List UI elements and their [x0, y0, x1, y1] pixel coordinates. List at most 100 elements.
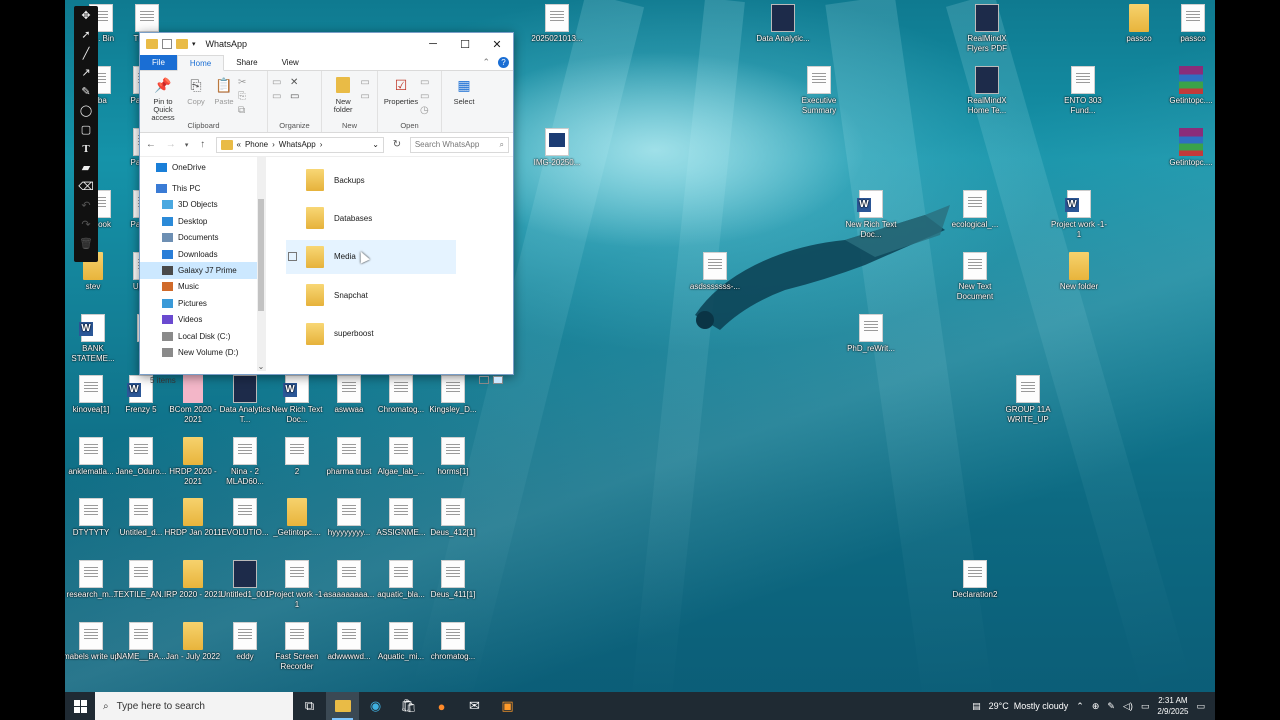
- new-item-icon[interactable]: ▭: [360, 77, 373, 88]
- desktop-icon[interactable]: Deus_412[1]: [423, 498, 483, 538]
- desktop-icon[interactable]: Project work -1-1: [1049, 190, 1109, 240]
- desktop-icon[interactable]: asdsssssss-...: [685, 252, 745, 292]
- maximize-button[interactable]: ☐: [449, 33, 481, 55]
- line-tool-icon[interactable]: ╱: [74, 44, 98, 63]
- desktop-icon[interactable]: Untitled1_001: [215, 560, 275, 600]
- easy-access-icon[interactable]: ▭: [360, 91, 373, 102]
- large-icons-view-icon[interactable]: [493, 376, 503, 384]
- properties-quick-icon[interactable]: [162, 39, 172, 49]
- select-button[interactable]: ▦ Select: [446, 75, 482, 106]
- customize-quick-access-icon[interactable]: ▾: [192, 40, 196, 48]
- copy-path-icon[interactable]: ⎘: [238, 91, 252, 102]
- trash-icon[interactable]: 🗑: [74, 234, 98, 253]
- volume-icon[interactable]: ◁): [1123, 701, 1133, 712]
- close-button[interactable]: ✕: [481, 33, 513, 55]
- desktop-icon[interactable]: RealMindX Home Te...: [957, 66, 1017, 116]
- redo-icon[interactable]: ↷: [74, 215, 98, 234]
- desktop-icon[interactable]: IRP 2020 - 2021: [163, 560, 223, 600]
- copy-button[interactable]: ⎘ Copy: [182, 75, 210, 106]
- details-view-icon[interactable]: [479, 376, 489, 384]
- desktop-icon[interactable]: 2025021013...: [527, 4, 587, 44]
- pen-tool-icon[interactable]: ✎: [74, 82, 98, 101]
- new-folder-quick-icon[interactable]: [176, 39, 188, 49]
- select-checkbox[interactable]: [288, 252, 297, 262]
- file-row[interactable]: Backups: [286, 163, 456, 197]
- tab-view[interactable]: View: [270, 55, 311, 70]
- minimize-button[interactable]: ─: [417, 33, 449, 55]
- desktop-icon[interactable]: adwwwwd...: [319, 622, 379, 662]
- desktop-icon[interactable]: Nina - 2 MLAD60...: [215, 437, 275, 487]
- history-icon[interactable]: ◷: [420, 105, 434, 116]
- file-row[interactable]: Databases: [286, 201, 456, 235]
- back-icon[interactable]: ←: [144, 139, 158, 150]
- delete-icon[interactable]: ✕: [290, 77, 304, 88]
- search-input[interactable]: Search WhatsApp ⌕: [409, 136, 509, 153]
- address-bar[interactable]: « Phone › WhatsApp › ⌄: [215, 136, 384, 153]
- desktop-icon[interactable]: chromatog...: [423, 622, 483, 662]
- move-to-icon[interactable]: ▭: [272, 77, 286, 88]
- breadcrumb-whatsapp[interactable]: WhatsApp: [279, 140, 316, 149]
- desktop-icon[interactable]: ecological_...: [945, 190, 1005, 230]
- tab-file[interactable]: File: [140, 55, 177, 70]
- desktop-icon[interactable]: ASSIGNME...: [371, 498, 431, 538]
- paste-button[interactable]: 📋 Paste: [210, 75, 238, 106]
- address-dropdown-icon[interactable]: ⌄: [372, 140, 379, 149]
- breadcrumb-overflow[interactable]: «: [237, 140, 241, 149]
- desktop-icon[interactable]: EVOLUTIO...: [215, 498, 275, 538]
- desktop-icon[interactable]: ENTO 303 Fund...: [1053, 66, 1113, 116]
- desktop-icon[interactable]: Algae_lab_...: [371, 437, 431, 477]
- desktop-icon[interactable]: 2: [267, 437, 327, 477]
- firefox-icon[interactable]: ●: [425, 692, 458, 720]
- desktop-icon[interactable]: horms[1]: [423, 437, 483, 477]
- desktop-icon[interactable]: IMG-20250...: [527, 128, 587, 168]
- notifications-icon[interactable]: ▭: [1196, 701, 1205, 712]
- help-icon[interactable]: ?: [498, 57, 509, 68]
- undo-icon[interactable]: ↶: [74, 196, 98, 215]
- sidebar-item[interactable]: Downloads: [140, 246, 265, 262]
- network-icon[interactable]: ⊕: [1092, 701, 1100, 712]
- weather-text[interactable]: 29°C Mostly cloudy: [989, 701, 1069, 711]
- taskbar-search[interactable]: ⌕ Type here to search: [95, 692, 293, 720]
- desktop-icon[interactable]: GROUP 11A WRITE_UP: [998, 375, 1058, 425]
- start-button[interactable]: [65, 692, 95, 720]
- eraser-tool-icon[interactable]: ⌫: [74, 177, 98, 196]
- sidebar-item[interactable]: Local Disk (C:): [140, 328, 265, 344]
- nav-scrollbar[interactable]: [257, 157, 265, 371]
- desktop-icon[interactable]: PhD_reWrit...: [841, 314, 901, 354]
- desktop-icon[interactable]: Executive Summary: [789, 66, 849, 116]
- tab-share[interactable]: Share: [224, 55, 269, 70]
- scroll-down-icon[interactable]: ⌄: [257, 362, 265, 371]
- desktop-icon[interactable]: hyyyyyyyy...: [319, 498, 379, 538]
- desktop-icon[interactable]: Getintopc....: [1161, 66, 1215, 106]
- sidebar-item[interactable]: Galaxy J7 Prime: [140, 262, 265, 279]
- cut-icon[interactable]: ✂: [238, 77, 252, 88]
- desktop-icon[interactable]: RealMindX Flyers PDF: [957, 4, 1017, 54]
- sidebar-item[interactable]: Music: [140, 279, 265, 295]
- desktop-icon[interactable]: HRDP 2020 - 2021: [163, 437, 223, 487]
- desktop-icon[interactable]: TEXTILE_AN...: [111, 560, 171, 600]
- desktop-icon[interactable]: aquatic_bla...: [371, 560, 431, 600]
- paste-shortcut-icon[interactable]: ⧉: [238, 105, 252, 116]
- task-view-icon[interactable]: ⧉: [293, 692, 326, 720]
- pointer-icon[interactable]: ➚: [74, 25, 98, 44]
- highlighter-tool-icon[interactable]: ▰: [74, 158, 98, 177]
- forward-icon[interactable]: →: [164, 139, 178, 150]
- desktop-icon[interactable]: eddy: [215, 622, 275, 662]
- mail-icon[interactable]: ✉: [458, 692, 491, 720]
- sidebar-item[interactable]: New Volume (D:): [140, 344, 265, 360]
- tab-home[interactable]: Home: [176, 55, 225, 71]
- battery-icon[interactable]: ▭: [1141, 701, 1150, 712]
- desktop-icon[interactable]: New Rich Text Doc...: [841, 190, 901, 240]
- nav-scrollbar-thumb[interactable]: [258, 199, 264, 311]
- screen-recorder-icon[interactable]: ▣: [491, 692, 524, 720]
- copy-to-icon[interactable]: ▭: [272, 91, 286, 102]
- desktop-icon[interactable]: Fast Screen Recorder: [267, 622, 327, 672]
- weather-icon[interactable]: ▤: [972, 701, 981, 712]
- desktop-icon[interactable]: HRDP Jan 2011: [163, 498, 223, 538]
- store-icon[interactable]: 🛍: [392, 692, 425, 720]
- sidebar-item[interactable]: Pictures: [140, 295, 265, 311]
- desktop-icon[interactable]: Getintopc....: [1161, 128, 1215, 168]
- sidebar-item[interactable]: This PC: [140, 180, 265, 196]
- desktop-icon[interactable]: Untitled_d...: [111, 498, 171, 538]
- refresh-icon[interactable]: ↻: [390, 139, 404, 150]
